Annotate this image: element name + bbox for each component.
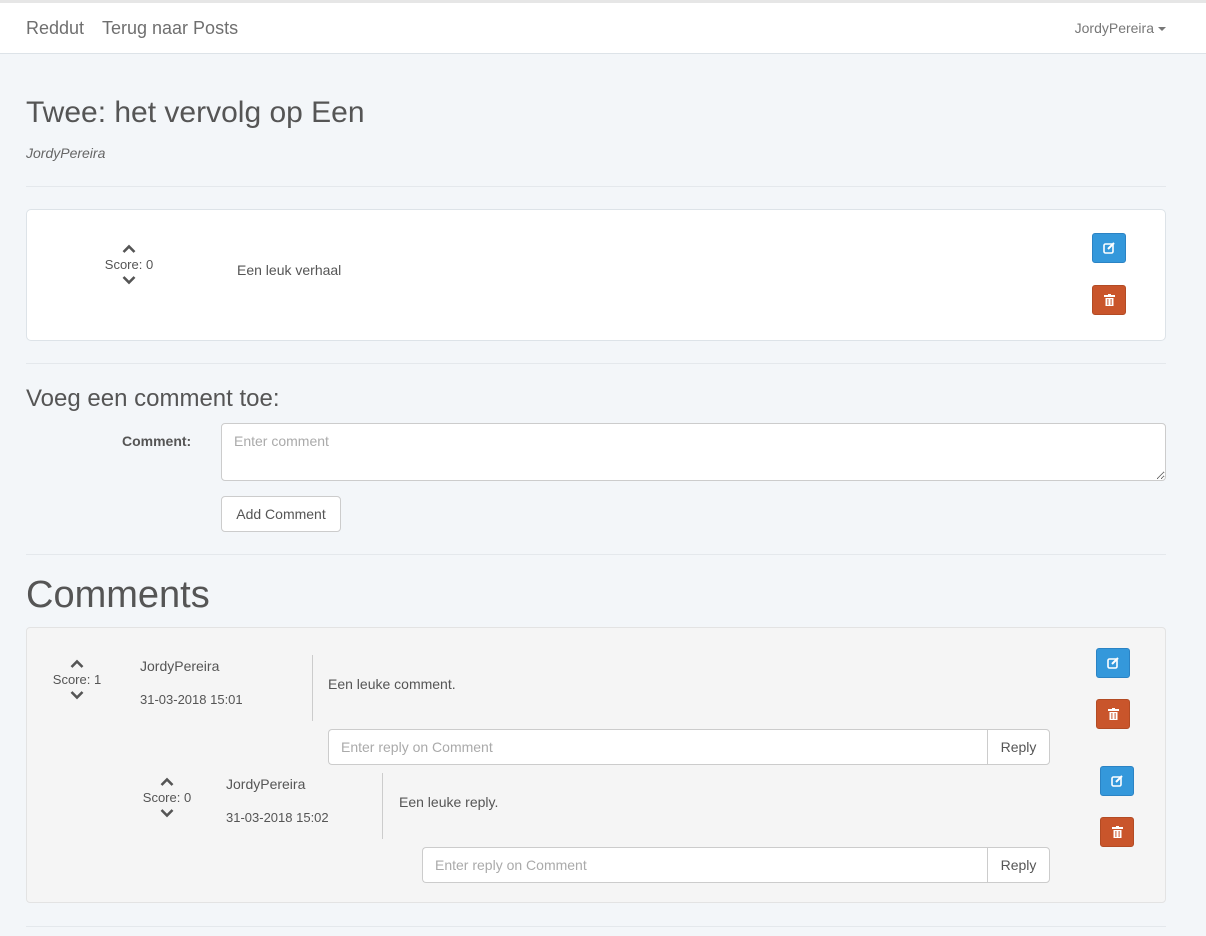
comment-divider <box>312 655 313 721</box>
navbar: Reddut Terug naar Posts JordyPereira <box>0 3 1206 54</box>
caret-down-icon <box>1158 27 1166 32</box>
reply-vote: Score: 0 <box>131 777 203 818</box>
comment-body: Een leuke comment. <box>328 676 456 692</box>
chevron-up-icon[interactable] <box>122 244 136 254</box>
user-menu-label: JordyPereira <box>1074 20 1154 36</box>
edit-icon <box>1107 657 1119 669</box>
comments-heading: Comments <box>26 574 210 616</box>
comment-score: Score: 1 <box>52 672 102 687</box>
divider <box>26 554 1166 555</box>
user-menu-dropdown[interactable]: JordyPereira <box>1075 20 1166 36</box>
post-title: Twee: het vervolg op Een <box>26 96 365 129</box>
reply-form: Reply <box>328 729 1050 765</box>
edit-icon <box>1103 242 1115 254</box>
brand-link[interactable]: Reddut <box>26 18 84 39</box>
post-body: Een leuk verhaal <box>237 262 342 278</box>
divider <box>26 363 1166 364</box>
reply-score: Score: 0 <box>142 790 192 805</box>
post-vote: Score: 0 <box>93 244 165 285</box>
back-to-posts-link[interactable]: Terug naar Posts <box>102 18 238 39</box>
post-author: JordyPereira <box>26 145 106 161</box>
reply-date: 31-03-2018 15:02 <box>226 810 329 825</box>
post-card: Score: 0 Een leuk verhaal <box>26 209 1166 341</box>
trash-icon <box>1103 294 1115 306</box>
reply-author: JordyPereira <box>226 776 306 792</box>
add-comment-button[interactable]: Add Comment <box>221 496 341 532</box>
comment-vote: Score: 1 <box>41 659 113 700</box>
reply-body: Een leuke reply. <box>399 794 499 810</box>
trash-icon <box>1107 708 1119 720</box>
delete-comment-button[interactable] <box>1096 699 1130 729</box>
reply-input[interactable] <box>422 847 987 883</box>
comment-date: 31-03-2018 15:01 <box>140 692 243 707</box>
delete-post-button[interactable] <box>1092 285 1126 315</box>
comment-label: Comment: <box>122 433 192 449</box>
edit-post-button[interactable] <box>1092 233 1126 263</box>
comment-author: JordyPereira <box>140 658 220 674</box>
reply-form: Reply <box>422 847 1050 883</box>
reply-button[interactable]: Reply <box>987 729 1050 765</box>
comments-well: Score: 1 JordyPereira 31-03-2018 15:01 E… <box>26 627 1166 903</box>
delete-reply-button[interactable] <box>1100 817 1134 847</box>
edit-icon <box>1111 775 1123 787</box>
comment-textarea[interactable] <box>221 423 1166 481</box>
edit-comment-button[interactable] <box>1096 648 1130 678</box>
reply-input[interactable] <box>328 729 987 765</box>
chevron-down-icon[interactable] <box>70 690 84 700</box>
edit-reply-button[interactable] <box>1100 766 1134 796</box>
add-comment-heading: Voeg een comment toe: <box>26 385 280 412</box>
chevron-down-icon[interactable] <box>160 808 174 818</box>
reply-button[interactable]: Reply <box>987 847 1050 883</box>
post-score: Score: 0 <box>104 257 154 272</box>
chevron-up-icon[interactable] <box>70 659 84 669</box>
chevron-up-icon[interactable] <box>160 777 174 787</box>
divider <box>26 926 1166 927</box>
reply-divider <box>382 773 383 839</box>
chevron-down-icon[interactable] <box>122 275 136 285</box>
divider <box>26 186 1166 187</box>
trash-icon <box>1111 826 1123 838</box>
